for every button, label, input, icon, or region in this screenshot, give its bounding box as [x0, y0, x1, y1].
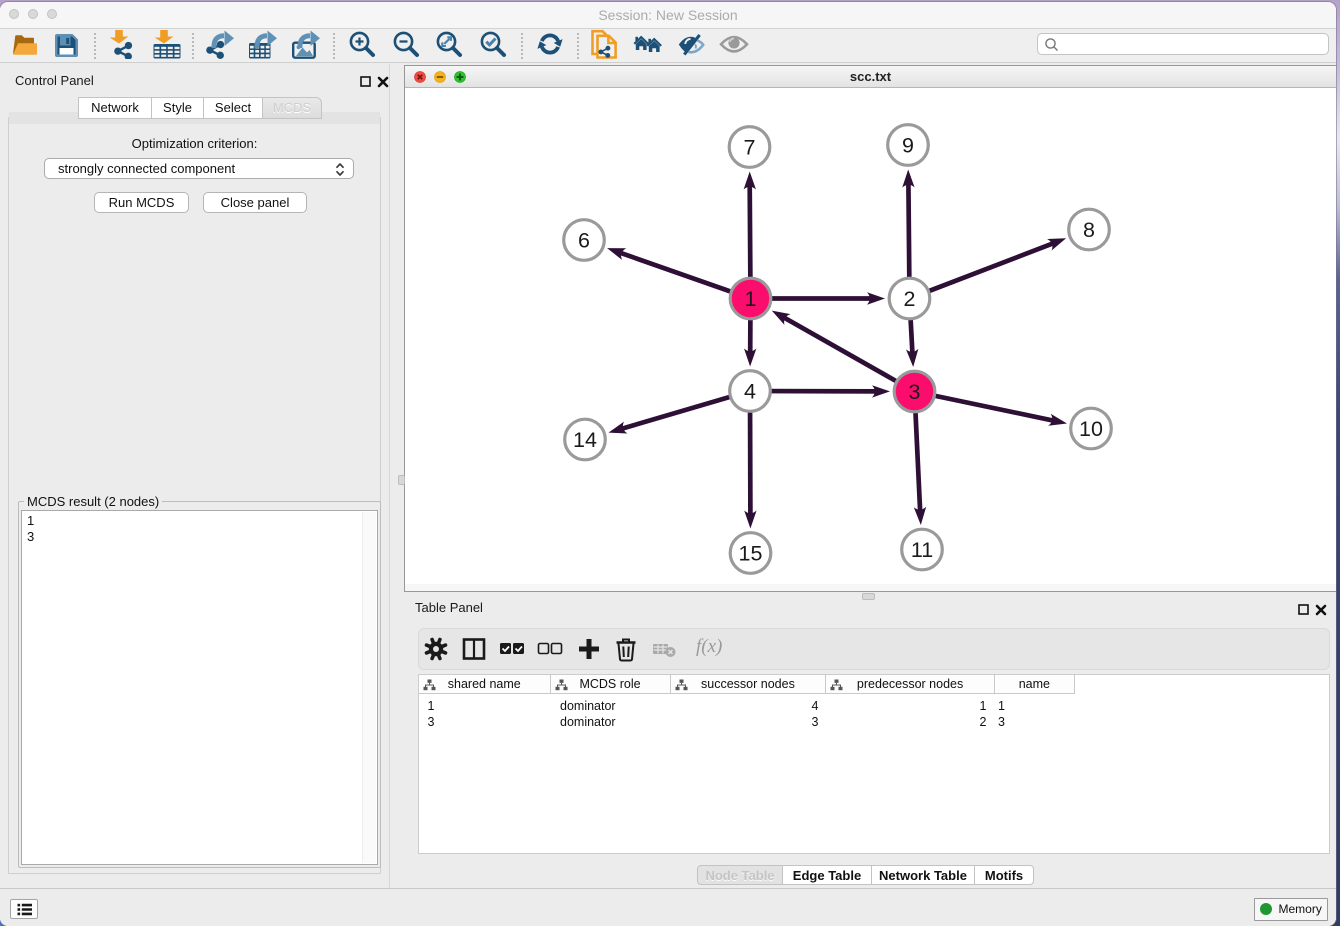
svg-text:3: 3: [909, 380, 921, 404]
svg-text:7: 7: [744, 136, 756, 160]
svg-text:9: 9: [902, 134, 914, 158]
svg-text:8: 8: [1083, 218, 1095, 242]
svg-text:11: 11: [911, 538, 933, 562]
svg-text:1: 1: [745, 287, 757, 311]
svg-text:4: 4: [744, 380, 756, 404]
svg-text:10: 10: [1079, 417, 1103, 441]
svg-text:6: 6: [578, 229, 590, 253]
svg-text:15: 15: [739, 542, 763, 566]
svg-text:14: 14: [573, 428, 597, 452]
svg-text:2: 2: [904, 287, 916, 311]
